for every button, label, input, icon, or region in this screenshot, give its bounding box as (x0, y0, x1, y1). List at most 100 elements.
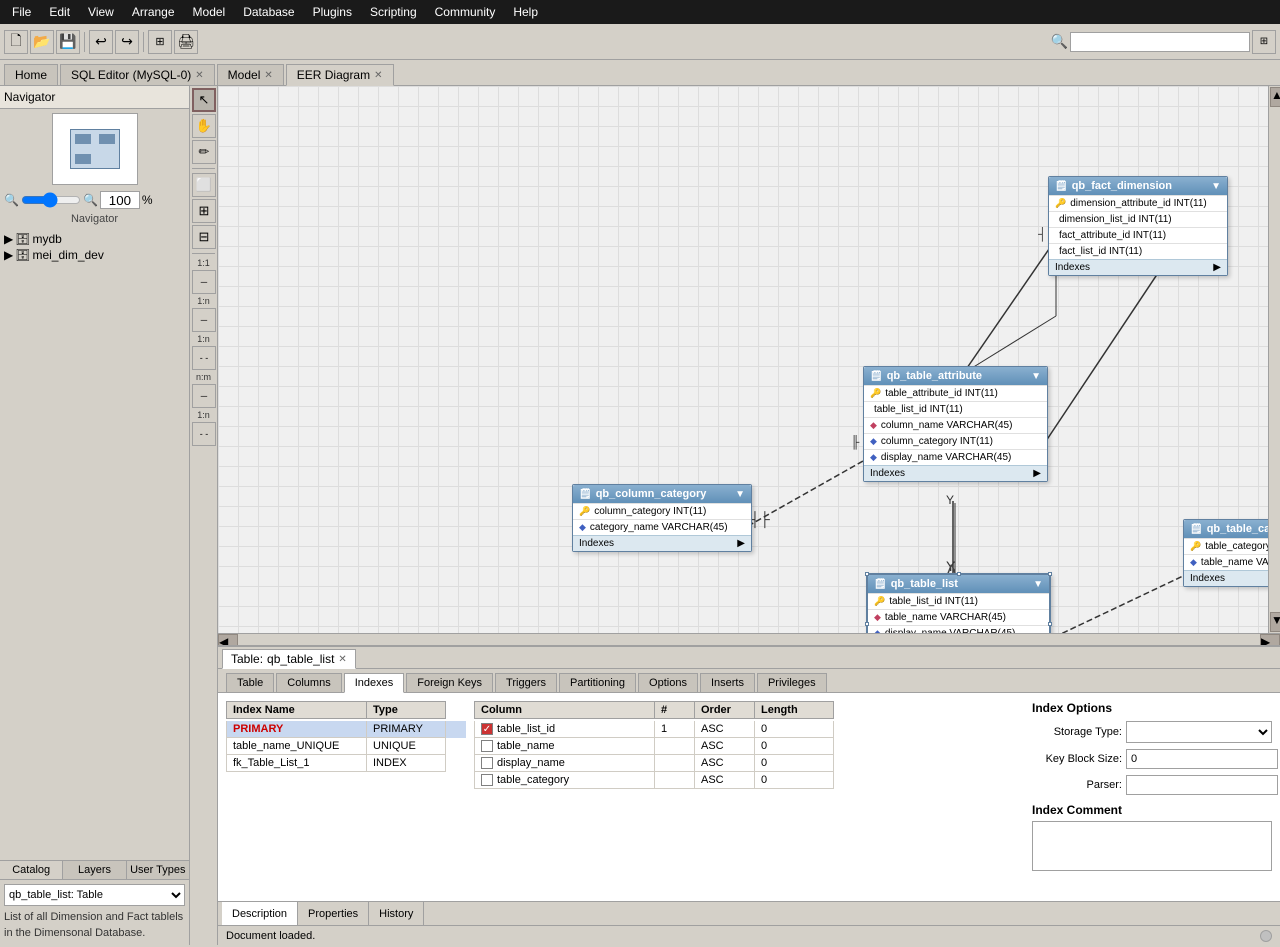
resize-tl[interactable] (865, 572, 869, 576)
zoom-out-icon[interactable]: 🔍 (4, 193, 19, 207)
canvas-scrollbar-horizontal[interactable]: ◀ ▶ (218, 633, 1280, 645)
rectangle-tool[interactable]: ⬜ (192, 173, 216, 197)
tree-item-mei[interactable]: ▶ 🗄 mei_dim_dev (4, 247, 185, 263)
eer-table-qb-table-list[interactable]: 🗒 qb_table_list ▼ 🔑 table_list_id INT(11… (866, 573, 1051, 633)
relation-1-1-tool[interactable]: ─ (192, 270, 216, 294)
menu-plugins[interactable]: Plugins (305, 3, 360, 21)
sidebar-tab-layers[interactable]: Layers (63, 861, 126, 879)
scrollbar-down-arrow[interactable]: ▼ (1270, 612, 1280, 632)
table-tab-foreign-keys[interactable]: Foreign Keys (406, 673, 493, 692)
print-button[interactable]: 🖨 (174, 30, 198, 54)
object-select[interactable]: qb_table_list: Table (4, 884, 185, 906)
table-tool[interactable]: ⊞ (192, 199, 216, 223)
bottom-tab-close[interactable]: ✕ (338, 654, 346, 665)
menu-model[interactable]: Model (185, 3, 234, 21)
scrollbar-up-arrow[interactable]: ▲ (1270, 87, 1280, 107)
open-button[interactable]: 📂 (30, 30, 54, 54)
menu-help[interactable]: Help (505, 3, 546, 21)
new-button[interactable]: 🗋 (4, 30, 28, 54)
hand-tool[interactable]: ✋ (192, 114, 216, 138)
menu-file[interactable]: File (4, 3, 39, 21)
menu-view[interactable]: View (80, 3, 122, 21)
resize-tr[interactable] (1048, 572, 1052, 576)
idxcol-row-2[interactable]: display_name ASC 0 (474, 755, 1024, 772)
view-tool[interactable]: ⊟ (192, 225, 216, 249)
sub-tab-properties[interactable]: Properties (298, 902, 369, 925)
index-row-primary[interactable]: PRIMARY PRIMARY (226, 721, 466, 738)
eer-indexes-2[interactable]: Indexes ▶ (864, 465, 1047, 481)
resize-mr[interactable] (1048, 622, 1052, 626)
key-block-input[interactable]: 0 (1126, 749, 1278, 769)
table-tab-table[interactable]: Table (226, 673, 274, 692)
idxcol-checkbox-1[interactable] (481, 740, 493, 752)
table-tab-privileges[interactable]: Privileges (757, 673, 827, 692)
eer-expand-icon-2[interactable]: ▼ (1031, 371, 1041, 382)
eer-table-qb-table-attribute[interactable]: 🗒 qb_table_attribute ▼ 🔑 table_attribute… (863, 366, 1048, 482)
eer-table-qb-fact-dimension[interactable]: 🗒 qb_fact_dimension ▼ 🔑 dimension_attrib… (1048, 176, 1228, 276)
eer-indexes[interactable]: Indexes ▶ (1049, 259, 1227, 275)
menu-community[interactable]: Community (427, 3, 504, 21)
sidebar-tab-user-types[interactable]: User Types (127, 861, 189, 879)
resize-ml[interactable] (865, 622, 869, 626)
undo-button[interactable]: ↩ (89, 30, 113, 54)
tab-eer-close[interactable]: ✕ (374, 70, 382, 81)
idxcol-checkbox-3[interactable] (481, 774, 493, 786)
parser-input[interactable] (1126, 775, 1278, 795)
bottom-tab-table-list[interactable]: Table: qb_table_list ✕ (222, 649, 356, 669)
menu-database[interactable]: Database (235, 3, 302, 21)
search-expand-button[interactable]: ⊞ (1252, 30, 1276, 54)
save-button[interactable]: 💾 (56, 30, 80, 54)
eer-table-qb-table-category[interactable]: 🗒 qb_table_category ▼ 🔑 table_category I… (1183, 519, 1268, 587)
idxcol-checkbox-2[interactable] (481, 757, 493, 769)
index-row-unique[interactable]: table_name_UNIQUE UNIQUE (226, 738, 466, 755)
idxcol-row-3[interactable]: table_category ASC 0 (474, 772, 1024, 789)
index-comment-textarea[interactable] (1032, 821, 1272, 871)
idxcol-checkbox-0[interactable]: ✓ (481, 723, 493, 735)
tab-model-close[interactable]: ✕ (264, 70, 272, 81)
sub-tab-history[interactable]: History (369, 902, 424, 925)
toggle-button[interactable]: ⊞ (148, 30, 172, 54)
redo-button[interactable]: ↪ (115, 30, 139, 54)
idxcol-row-0[interactable]: ✓ table_list_id 1 ASC 0 (474, 721, 1024, 738)
zoom-in-icon[interactable]: 🔍 (83, 193, 98, 207)
eer-canvas[interactable]: Y ┤├ ⊣ ╟ Y (218, 86, 1268, 633)
storage-type-select[interactable] (1126, 721, 1272, 743)
sidebar-tab-catalog[interactable]: Catalog (0, 861, 63, 879)
tab-eer-diagram[interactable]: EER Diagram ✕ (286, 64, 394, 86)
eer-indexes-3[interactable]: Indexes ▶ (573, 535, 751, 551)
select-tool[interactable]: ↖ (192, 88, 216, 112)
search-input[interactable] (1070, 32, 1250, 52)
eer-expand-icon-4[interactable]: ▼ (1033, 579, 1043, 590)
table-tab-options[interactable]: Options (638, 673, 698, 692)
index-row-fk[interactable]: fk_Table_List_1 INDEX (226, 755, 466, 772)
tab-home[interactable]: Home (4, 64, 58, 85)
relation-n-m-tool[interactable]: ─ (192, 384, 216, 408)
resize-tc[interactable] (957, 572, 961, 576)
sub-tab-description[interactable]: Description (222, 902, 298, 925)
relation-1-n2-tool[interactable]: - - (192, 346, 216, 370)
eer-expand-icon-3[interactable]: ▼ (735, 489, 745, 500)
tree-item-mydb[interactable]: ▶ 🗄 mydb (4, 231, 185, 247)
table-tab-triggers[interactable]: Triggers (495, 673, 557, 692)
scrollbar-left-arrow[interactable]: ◀ (218, 634, 238, 646)
scrollbar-right-arrow[interactable]: ▶ (1260, 634, 1280, 646)
table-tab-partitioning[interactable]: Partitioning (559, 673, 636, 692)
table-tab-columns[interactable]: Columns (276, 673, 341, 692)
scrollbar-track-v[interactable] (1269, 108, 1280, 611)
tab-sql-close[interactable]: ✕ (195, 70, 203, 81)
pencil-tool[interactable]: ✏ (192, 140, 216, 164)
relation-1-n3-tool[interactable]: - - (192, 422, 216, 446)
menu-arrange[interactable]: Arrange (124, 3, 183, 21)
menu-scripting[interactable]: Scripting (362, 3, 425, 21)
canvas-scrollbar-vertical[interactable]: ▲ ▼ (1268, 86, 1280, 633)
tab-model[interactable]: Model ✕ (217, 64, 284, 85)
eer-expand-icon[interactable]: ▼ (1211, 181, 1221, 192)
eer-indexes-5[interactable]: Indexes ▶ (1184, 570, 1268, 586)
table-tab-inserts[interactable]: Inserts (700, 673, 755, 692)
tab-sql-editor[interactable]: SQL Editor (MySQL-0) ✕ (60, 64, 215, 85)
eer-table-qb-column-category[interactable]: 🗒 qb_column_category ▼ 🔑 column_category… (572, 484, 752, 552)
relation-1-n-tool[interactable]: ─ (192, 308, 216, 332)
zoom-slider[interactable] (21, 192, 81, 208)
table-tab-indexes[interactable]: Indexes (344, 673, 405, 693)
menu-edit[interactable]: Edit (41, 3, 78, 21)
